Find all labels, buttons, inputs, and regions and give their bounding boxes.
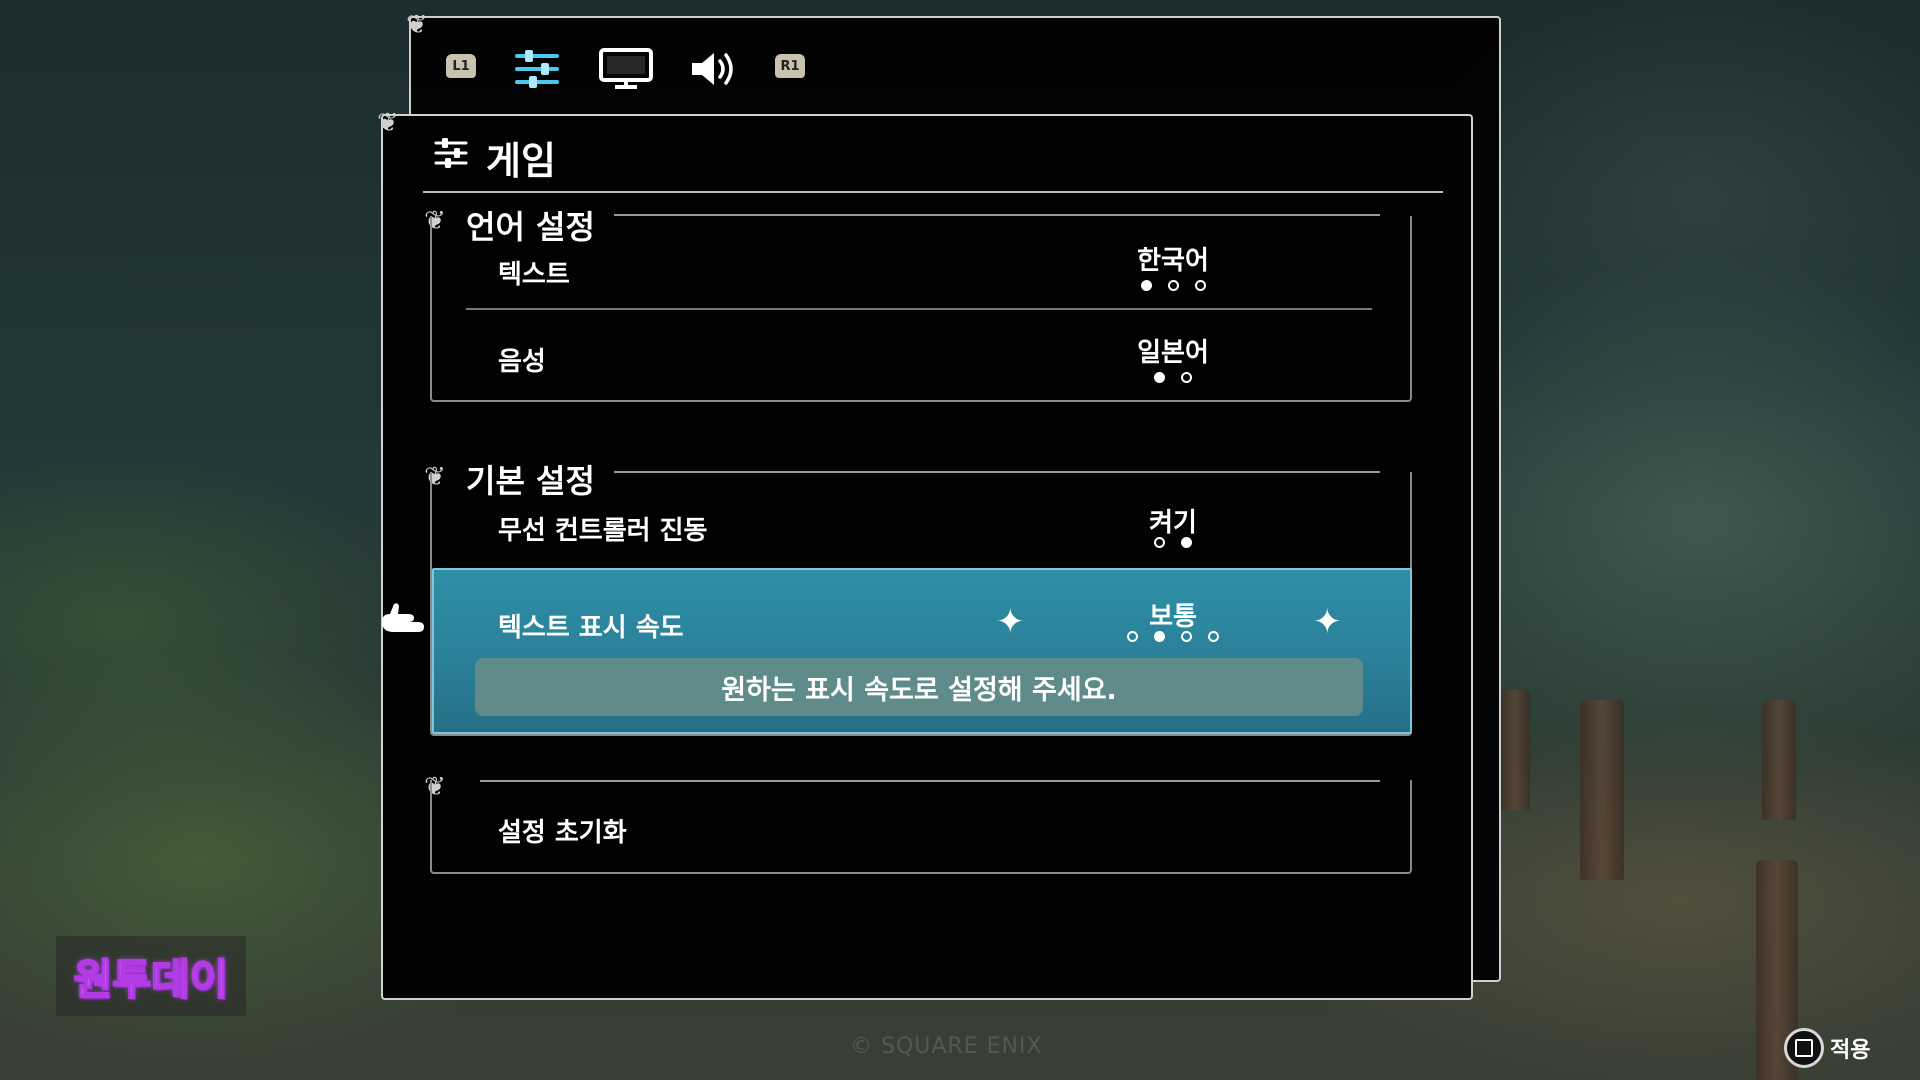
setting-hint: 원하는 표시 속도로 설정해 주세요. <box>475 658 1363 716</box>
setting-label: 텍스트 표시 속도 <box>498 613 684 643</box>
setting-label: 무선 컨트롤러 진동 <box>498 516 708 546</box>
monitor-icon <box>599 48 653 89</box>
option-dot <box>1181 537 1192 548</box>
watermark-text: 원투데이 <box>73 954 230 1005</box>
option-dot <box>1181 372 1192 383</box>
apply-label: 적용 <box>1830 1038 1871 1063</box>
fence-post <box>1500 690 1530 810</box>
option-dot <box>1167 280 1179 291</box>
corner-ornament-icon: ❦ <box>406 10 428 40</box>
copyright-text: © SQUARE ENIX <box>850 1034 1043 1059</box>
setting-label: 텍스트 <box>498 260 570 290</box>
setting-value: 일본어 <box>1137 338 1209 368</box>
setting-label: 음성 <box>498 347 546 377</box>
title-divider <box>423 191 1443 193</box>
sliders-icon <box>434 138 468 168</box>
tab-sound[interactable] <box>688 48 738 90</box>
option-dot <box>1154 372 1165 383</box>
setting-value: 보통 <box>1149 602 1197 632</box>
option-indicator <box>1073 537 1273 548</box>
speaker-icon <box>692 53 733 85</box>
option-indicator <box>1073 631 1273 642</box>
option-dot <box>1181 631 1192 642</box>
sliders-icon <box>515 50 559 88</box>
pointer-hand-icon <box>382 603 424 632</box>
option-dot <box>1154 537 1165 548</box>
apply-button[interactable]: 적용 <box>1784 1028 1870 1068</box>
reset-settings-button[interactable]: 설정 초기화 <box>498 812 627 849</box>
fence-post <box>1580 700 1624 880</box>
tab-display[interactable] <box>598 48 654 90</box>
option-dot <box>1140 280 1152 291</box>
option-indicator <box>1073 280 1273 291</box>
l1-shoulder-icon[interactable]: L1 <box>446 54 476 78</box>
option-dot <box>1127 631 1138 642</box>
setting-value: 켜기 <box>1149 508 1197 538</box>
row-divider <box>466 308 1372 310</box>
corner-ornament-icon: ❦ <box>377 108 399 138</box>
arrow-left-icon[interactable]: ✦ <box>996 605 1025 639</box>
option-dot <box>1208 631 1219 642</box>
page-title: 게임 <box>486 139 556 183</box>
option-dot <box>1154 631 1165 642</box>
channel-watermark: 원투데이 <box>56 936 246 1016</box>
square-button-icon <box>1784 1028 1824 1068</box>
setting-value: 한국어 <box>1137 246 1209 276</box>
tab-game[interactable] <box>512 48 562 90</box>
r1-shoulder-icon[interactable]: R1 <box>775 54 805 78</box>
option-dot <box>1194 280 1206 291</box>
fence-post <box>1762 700 1796 820</box>
option-indicator <box>1073 372 1273 383</box>
arrow-right-icon[interactable]: ✦ <box>1313 605 1342 639</box>
